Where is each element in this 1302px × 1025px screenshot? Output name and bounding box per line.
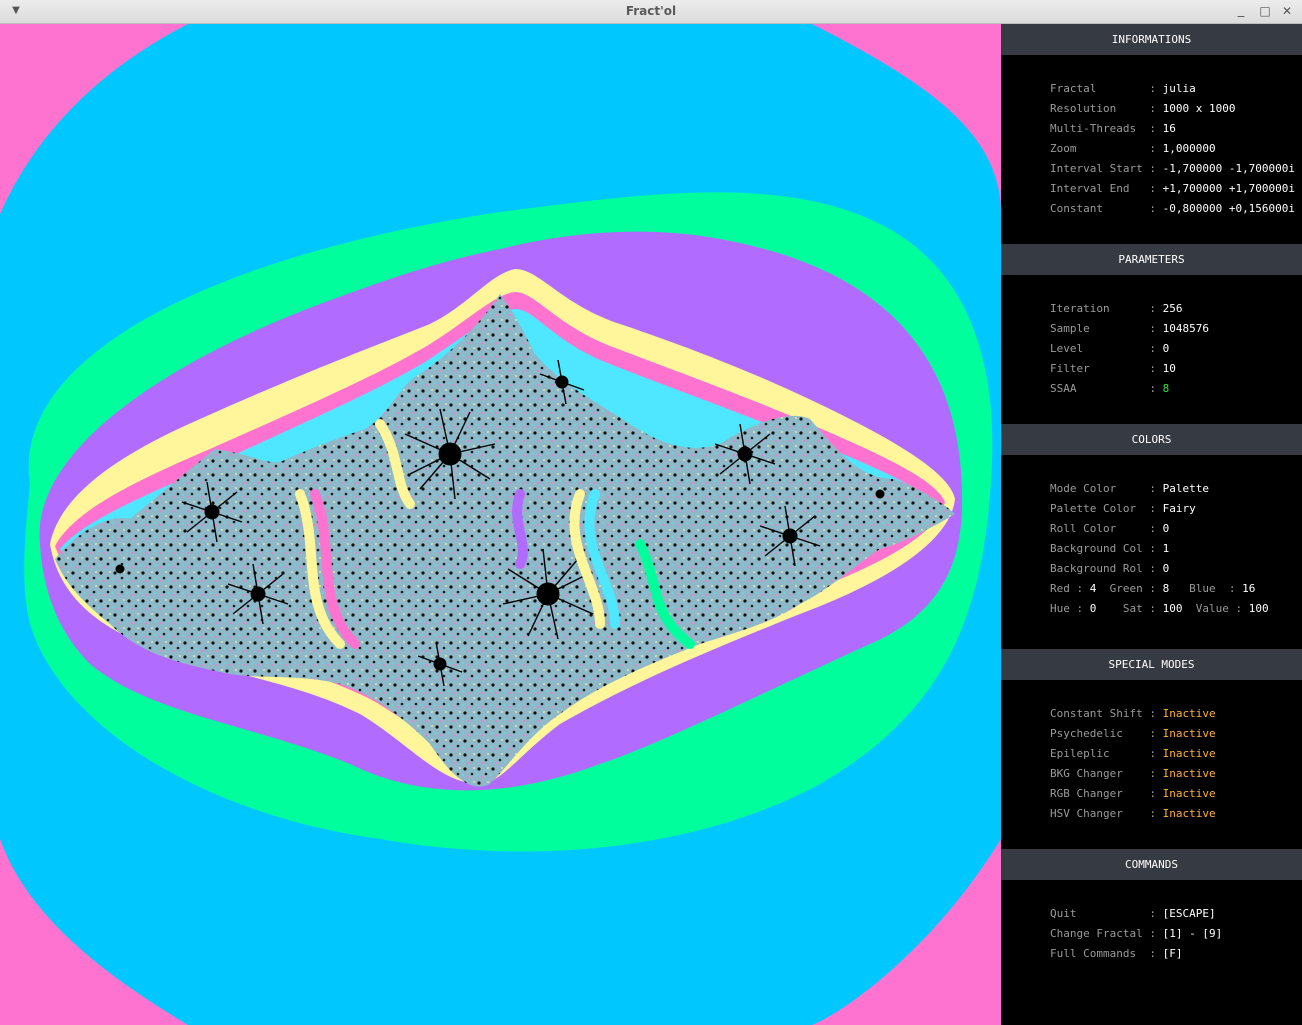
maximize-button[interactable]: □: [1256, 2, 1274, 20]
param-row-ssaa: SSAA : 8: [1050, 382, 1170, 395]
info-row-fractal: Fractal : julia: [1050, 82, 1196, 95]
command-row-full-commands: Full Commands : [F]: [1050, 947, 1183, 960]
color-row-mode: Mode Color : Palette: [1050, 482, 1209, 495]
color-row-background-col: Background Col : 1: [1050, 542, 1170, 555]
info-row-interval-start: Interval Start : -1,700000 -1,700000i: [1050, 162, 1296, 175]
julia-set-render: [0, 24, 1001, 1025]
mode-row-hsv-changer: HSV Changer : Inactive: [1050, 807, 1216, 820]
color-row-roll: Roll Color : 0: [1050, 522, 1170, 535]
mode-row-epileplic: Epileplic : Inactive: [1050, 747, 1216, 760]
parameters-header: PARAMETERS: [1001, 244, 1302, 275]
color-row-hsv: Hue : 0 Sat : 100 Value : 100: [1050, 602, 1269, 615]
mode-row-psychedelic: Psychedelic : Inactive: [1050, 727, 1216, 740]
command-row-quit: Quit : [ESCAPE]: [1050, 907, 1216, 920]
info-panel: INFORMATIONS Fractal : julia Resolution …: [1001, 24, 1302, 1025]
colors-header: COLORS: [1001, 424, 1302, 455]
minimize-button[interactable]: _: [1232, 2, 1250, 20]
param-row-filter: Filter : 10: [1050, 362, 1176, 375]
info-row-zoom: Zoom : 1,000000: [1050, 142, 1216, 155]
special-modes-header: SPECIAL MODES: [1001, 649, 1302, 680]
color-row-rgb: Red : 4 Green : 8 Blue : 16: [1050, 582, 1256, 595]
param-row-level: Level : 0: [1050, 342, 1170, 355]
color-row-background-rol: Background Rol : 0: [1050, 562, 1170, 575]
info-row-threads: Multi-Threads : 16: [1050, 122, 1176, 135]
commands-header: COMMANDS: [1001, 849, 1302, 880]
fractal-canvas[interactable]: [0, 24, 1001, 1025]
mode-row-constant-shift: Constant Shift : Inactive: [1050, 707, 1216, 720]
info-row-interval-end: Interval End : +1,700000 +1,700000i: [1050, 182, 1296, 195]
parameters-list: Iteration : 256 Sample : 1048576 Level :…: [1001, 275, 1302, 424]
command-row-change-fractal: Change Fractal : [1] - [9]: [1050, 927, 1223, 940]
informations-list: Fractal : julia Resolution : 1000 x 1000…: [1001, 55, 1302, 244]
window-titlebar: ▼ Fract'ol _ □ ✕: [0, 0, 1302, 24]
color-row-palette: Palette Color : Fairy: [1050, 502, 1196, 515]
close-button[interactable]: ✕: [1278, 2, 1296, 20]
colors-list: Mode Color : Palette Palette Color : Fai…: [1001, 455, 1302, 649]
commands-list: Quit : [ESCAPE] Change Fractal : [1] - […: [1001, 880, 1302, 967]
window-title: Fract'ol: [625, 4, 677, 18]
informations-header: INFORMATIONS: [1001, 24, 1302, 55]
special-modes-list: Constant Shift : Inactive Psychedelic : …: [1001, 680, 1302, 849]
param-row-sample: Sample : 1048576: [1050, 322, 1209, 335]
info-row-resolution: Resolution : 1000 x 1000: [1050, 102, 1236, 115]
param-row-iteration: Iteration : 256: [1050, 302, 1183, 315]
mode-row-bkg-changer: BKG Changer : Inactive: [1050, 767, 1216, 780]
mode-row-rgb-changer: RGB Changer : Inactive: [1050, 787, 1216, 800]
info-row-constant: Constant : -0,800000 +0,156000i: [1050, 202, 1296, 215]
